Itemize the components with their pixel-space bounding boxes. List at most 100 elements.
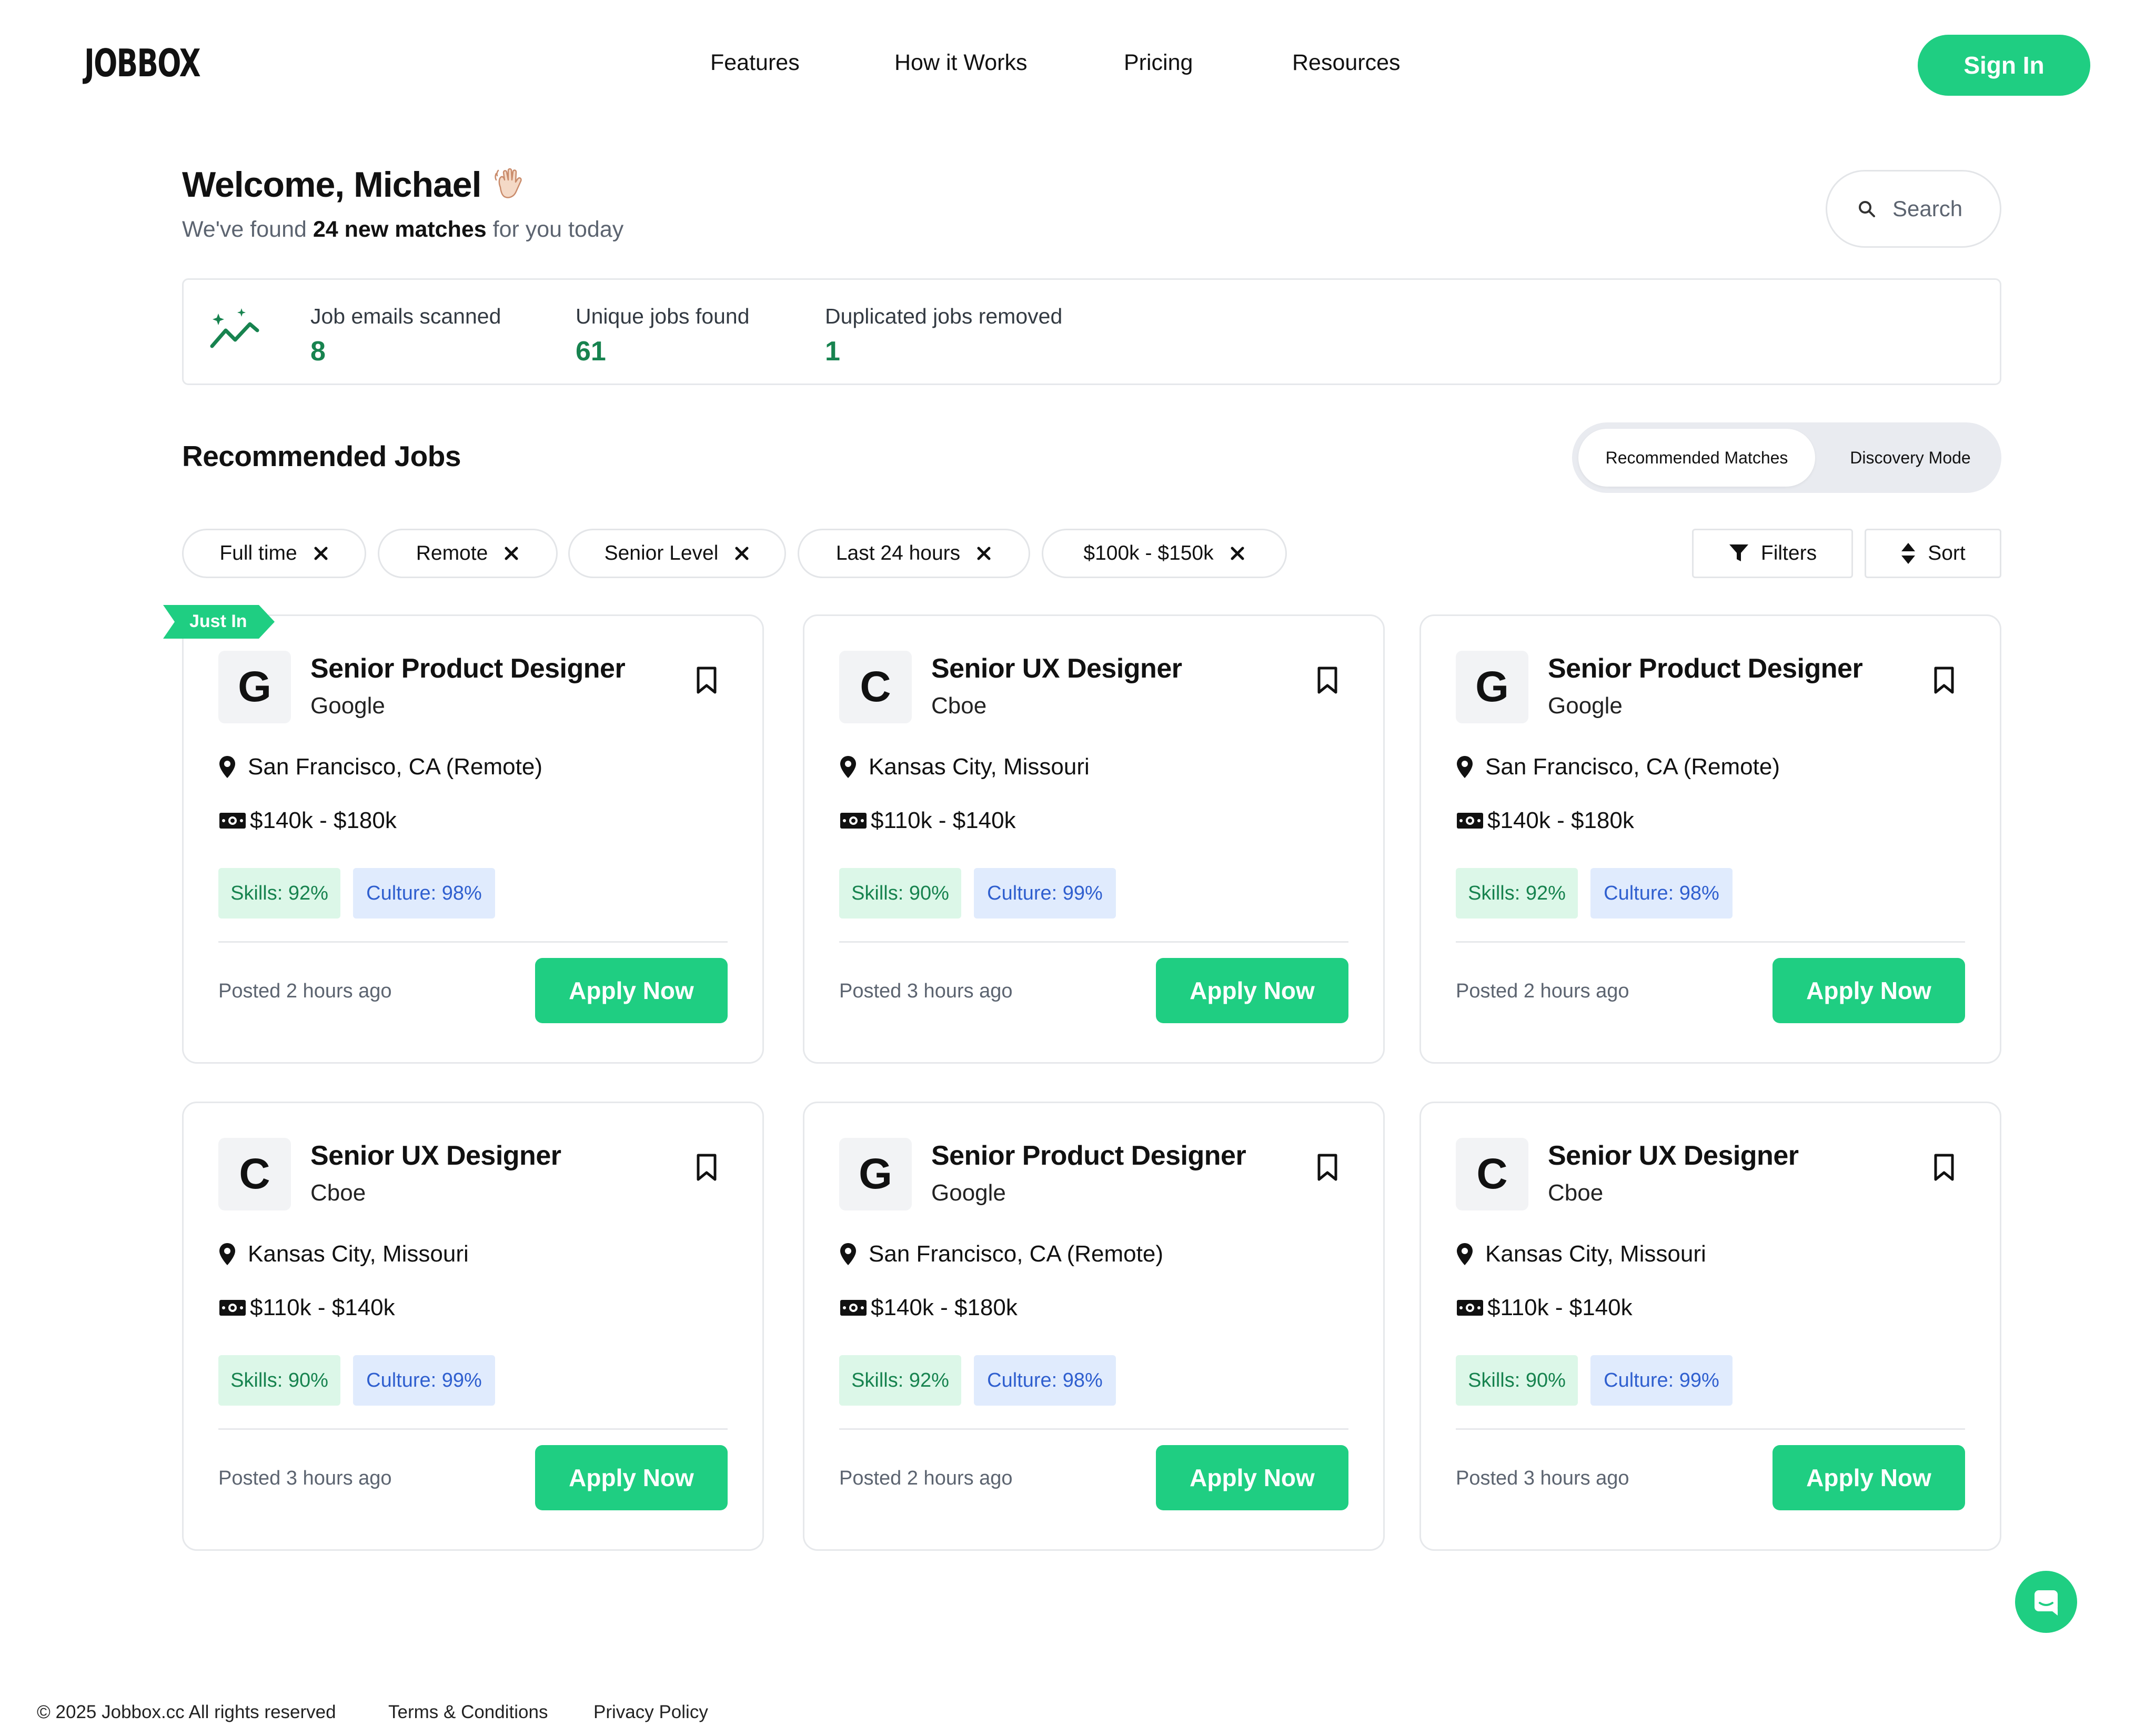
posted-time: Posted 2 hours ago — [218, 980, 392, 1002]
location-pin-icon — [840, 756, 856, 778]
chat-button[interactable] — [2015, 1571, 2077, 1633]
skills-match-badge: Skills: 92% — [839, 1355, 961, 1406]
filters-label: Filters — [1760, 542, 1817, 564]
job-title[interactable]: Senior UX Designer — [310, 1140, 561, 1172]
bookmark-icon[interactable] — [696, 1154, 717, 1181]
location-text: San Francisco, CA (Remote) — [248, 754, 542, 780]
filters-button[interactable]: Filters — [1692, 529, 1853, 578]
apply-now-button[interactable]: Apply Now — [1773, 1445, 1965, 1510]
job-title[interactable]: Senior Product Designer — [931, 1140, 1246, 1172]
nav-link-pricing[interactable]: Pricing — [1124, 50, 1193, 76]
card-divider — [839, 1428, 1348, 1430]
job-title[interactable]: Senior Product Designer — [1548, 653, 1863, 684]
skills-match-badge: Skills: 92% — [1456, 868, 1578, 919]
stat-value-unique-jobs: 61 — [576, 336, 606, 367]
chip-label: Full time — [219, 542, 297, 564]
cash-icon — [219, 1300, 246, 1316]
subtitle-prefix: We've found — [182, 217, 313, 242]
stat-label-unique-jobs: Unique jobs found — [576, 304, 750, 328]
location-text: San Francisco, CA (Remote) — [1485, 754, 1780, 780]
job-card[interactable]: C Senior UX Designer Cboe Kansas City, Miss… — [1419, 1102, 2001, 1551]
job-card[interactable]: C Senior UX Designer Cboe Kansas City, Miss… — [803, 614, 1385, 1064]
bookmark-icon[interactable] — [1934, 1154, 1955, 1181]
close-icon[interactable] — [734, 546, 750, 561]
cash-icon — [1457, 813, 1483, 829]
job-location: Kansas City, Missouri — [839, 754, 1090, 780]
close-icon[interactable] — [976, 546, 992, 561]
close-icon[interactable] — [313, 546, 329, 561]
job-location: San Francisco, CA (Remote) — [1456, 754, 1780, 780]
job-title[interactable]: Senior Product Designer — [310, 653, 626, 684]
location-text: Kansas City, Missouri — [248, 1241, 469, 1267]
sort-icon — [1901, 543, 1916, 564]
chip-label: Remote — [416, 542, 488, 564]
sign-in-button[interactable]: Sign In — [1918, 35, 2090, 96]
apply-now-button[interactable]: Apply Now — [1156, 1445, 1348, 1510]
apply-now-button[interactable]: Apply Now — [1156, 958, 1348, 1023]
cash-icon — [219, 813, 246, 829]
chip-label: Senior Level — [604, 542, 719, 564]
company-logo-cboe: C — [839, 651, 912, 723]
welcome-subtitle: We've found 24 new matches for you today — [182, 217, 623, 243]
skills-match-badge: Skills: 90% — [1456, 1355, 1578, 1406]
job-card[interactable]: C Senior UX Designer Cboe Kansas City, Miss… — [182, 1102, 764, 1551]
footer-terms-link[interactable]: Terms & Conditions — [388, 1702, 548, 1723]
mode-recommended-matches[interactable]: Recommended Matches — [1578, 429, 1815, 487]
job-card[interactable]: G Senior Product Designer Google San Franci… — [182, 614, 764, 1064]
stat-value-emails-scanned: 8 — [310, 336, 326, 367]
apply-now-button[interactable]: Apply Now — [535, 958, 728, 1023]
job-title[interactable]: Senior UX Designer — [931, 653, 1182, 684]
sort-button[interactable]: Sort — [1865, 529, 2001, 578]
bookmark-icon[interactable] — [1317, 1154, 1338, 1181]
stat-value-duplicates-removed: 1 — [825, 336, 840, 367]
mode-discovery[interactable]: Discovery Mode — [1829, 429, 1992, 487]
company-logo-google: G — [1456, 651, 1528, 723]
welcome-title: Welcome, Michael — [182, 165, 482, 205]
company-logo-cboe: C — [218, 1138, 291, 1210]
filter-chip-senior-level[interactable]: Senior Level — [568, 529, 786, 578]
filter-chip-salary-range[interactable]: $100k - $150k — [1042, 529, 1287, 578]
bookmark-icon[interactable] — [1934, 667, 1955, 694]
job-card[interactable]: G Senior Product Designer Google San Franci… — [803, 1102, 1385, 1551]
job-salary: $110k - $140k — [839, 808, 1016, 834]
skills-match-badge: Skills: 90% — [839, 868, 961, 919]
job-salary: $140k - $180k — [1456, 808, 1634, 834]
close-icon[interactable] — [1230, 546, 1245, 561]
mode-toggle: Recommended Matches Discovery Mode — [1572, 422, 2001, 493]
chat-icon — [2035, 1590, 2058, 1616]
nav-link-how-it-works[interactable]: How it Works — [894, 50, 1027, 76]
nav-link-resources[interactable]: Resources — [1292, 50, 1401, 76]
nav-link-features[interactable]: Features — [710, 50, 800, 76]
close-icon[interactable] — [503, 546, 519, 561]
posted-time: Posted 2 hours ago — [839, 1467, 1013, 1489]
company-name: Google — [310, 693, 385, 719]
culture-match-badge: Culture: 98% — [974, 1355, 1116, 1406]
apply-now-button[interactable]: Apply Now — [535, 1445, 728, 1510]
search-label: Search — [1892, 196, 1963, 221]
bookmark-icon[interactable] — [1317, 667, 1338, 694]
apply-now-button[interactable]: Apply Now — [1773, 958, 1965, 1023]
company-name: Cboe — [1548, 1180, 1604, 1206]
footer-privacy-link[interactable]: Privacy Policy — [593, 1702, 708, 1723]
bookmark-icon[interactable] — [696, 667, 717, 694]
job-location: Kansas City, Missouri — [1456, 1241, 1706, 1267]
job-salary: $110k - $140k — [218, 1295, 395, 1321]
subtitle-suffix: for you today — [486, 217, 624, 242]
main-nav: Features How it Works Pricing Resources — [0, 50, 2155, 82]
company-name: Google — [1548, 693, 1623, 719]
job-location: San Francisco, CA (Remote) — [218, 754, 542, 780]
job-title[interactable]: Senior UX Designer — [1548, 1140, 1799, 1172]
card-divider — [218, 941, 728, 943]
chip-label: Last 24 hours — [835, 542, 961, 564]
filter-chip-remote[interactable]: Remote — [378, 529, 558, 578]
salary-text: $140k - $180k — [1487, 808, 1634, 833]
job-location: Kansas City, Missouri — [218, 1241, 469, 1267]
filter-chip-last-24-hours[interactable]: Last 24 hours — [798, 529, 1030, 578]
search-button[interactable]: Search — [1826, 170, 2001, 248]
skills-match-badge: Skills: 90% — [218, 1355, 340, 1406]
job-card[interactable]: G Senior Product Designer Google San Franci… — [1419, 614, 2001, 1064]
location-text: Kansas City, Missouri — [869, 754, 1090, 780]
filter-chip-full-time[interactable]: Full time — [182, 529, 366, 578]
just-in-badge: Just In — [163, 605, 275, 639]
salary-text: $110k - $140k — [250, 1295, 395, 1320]
